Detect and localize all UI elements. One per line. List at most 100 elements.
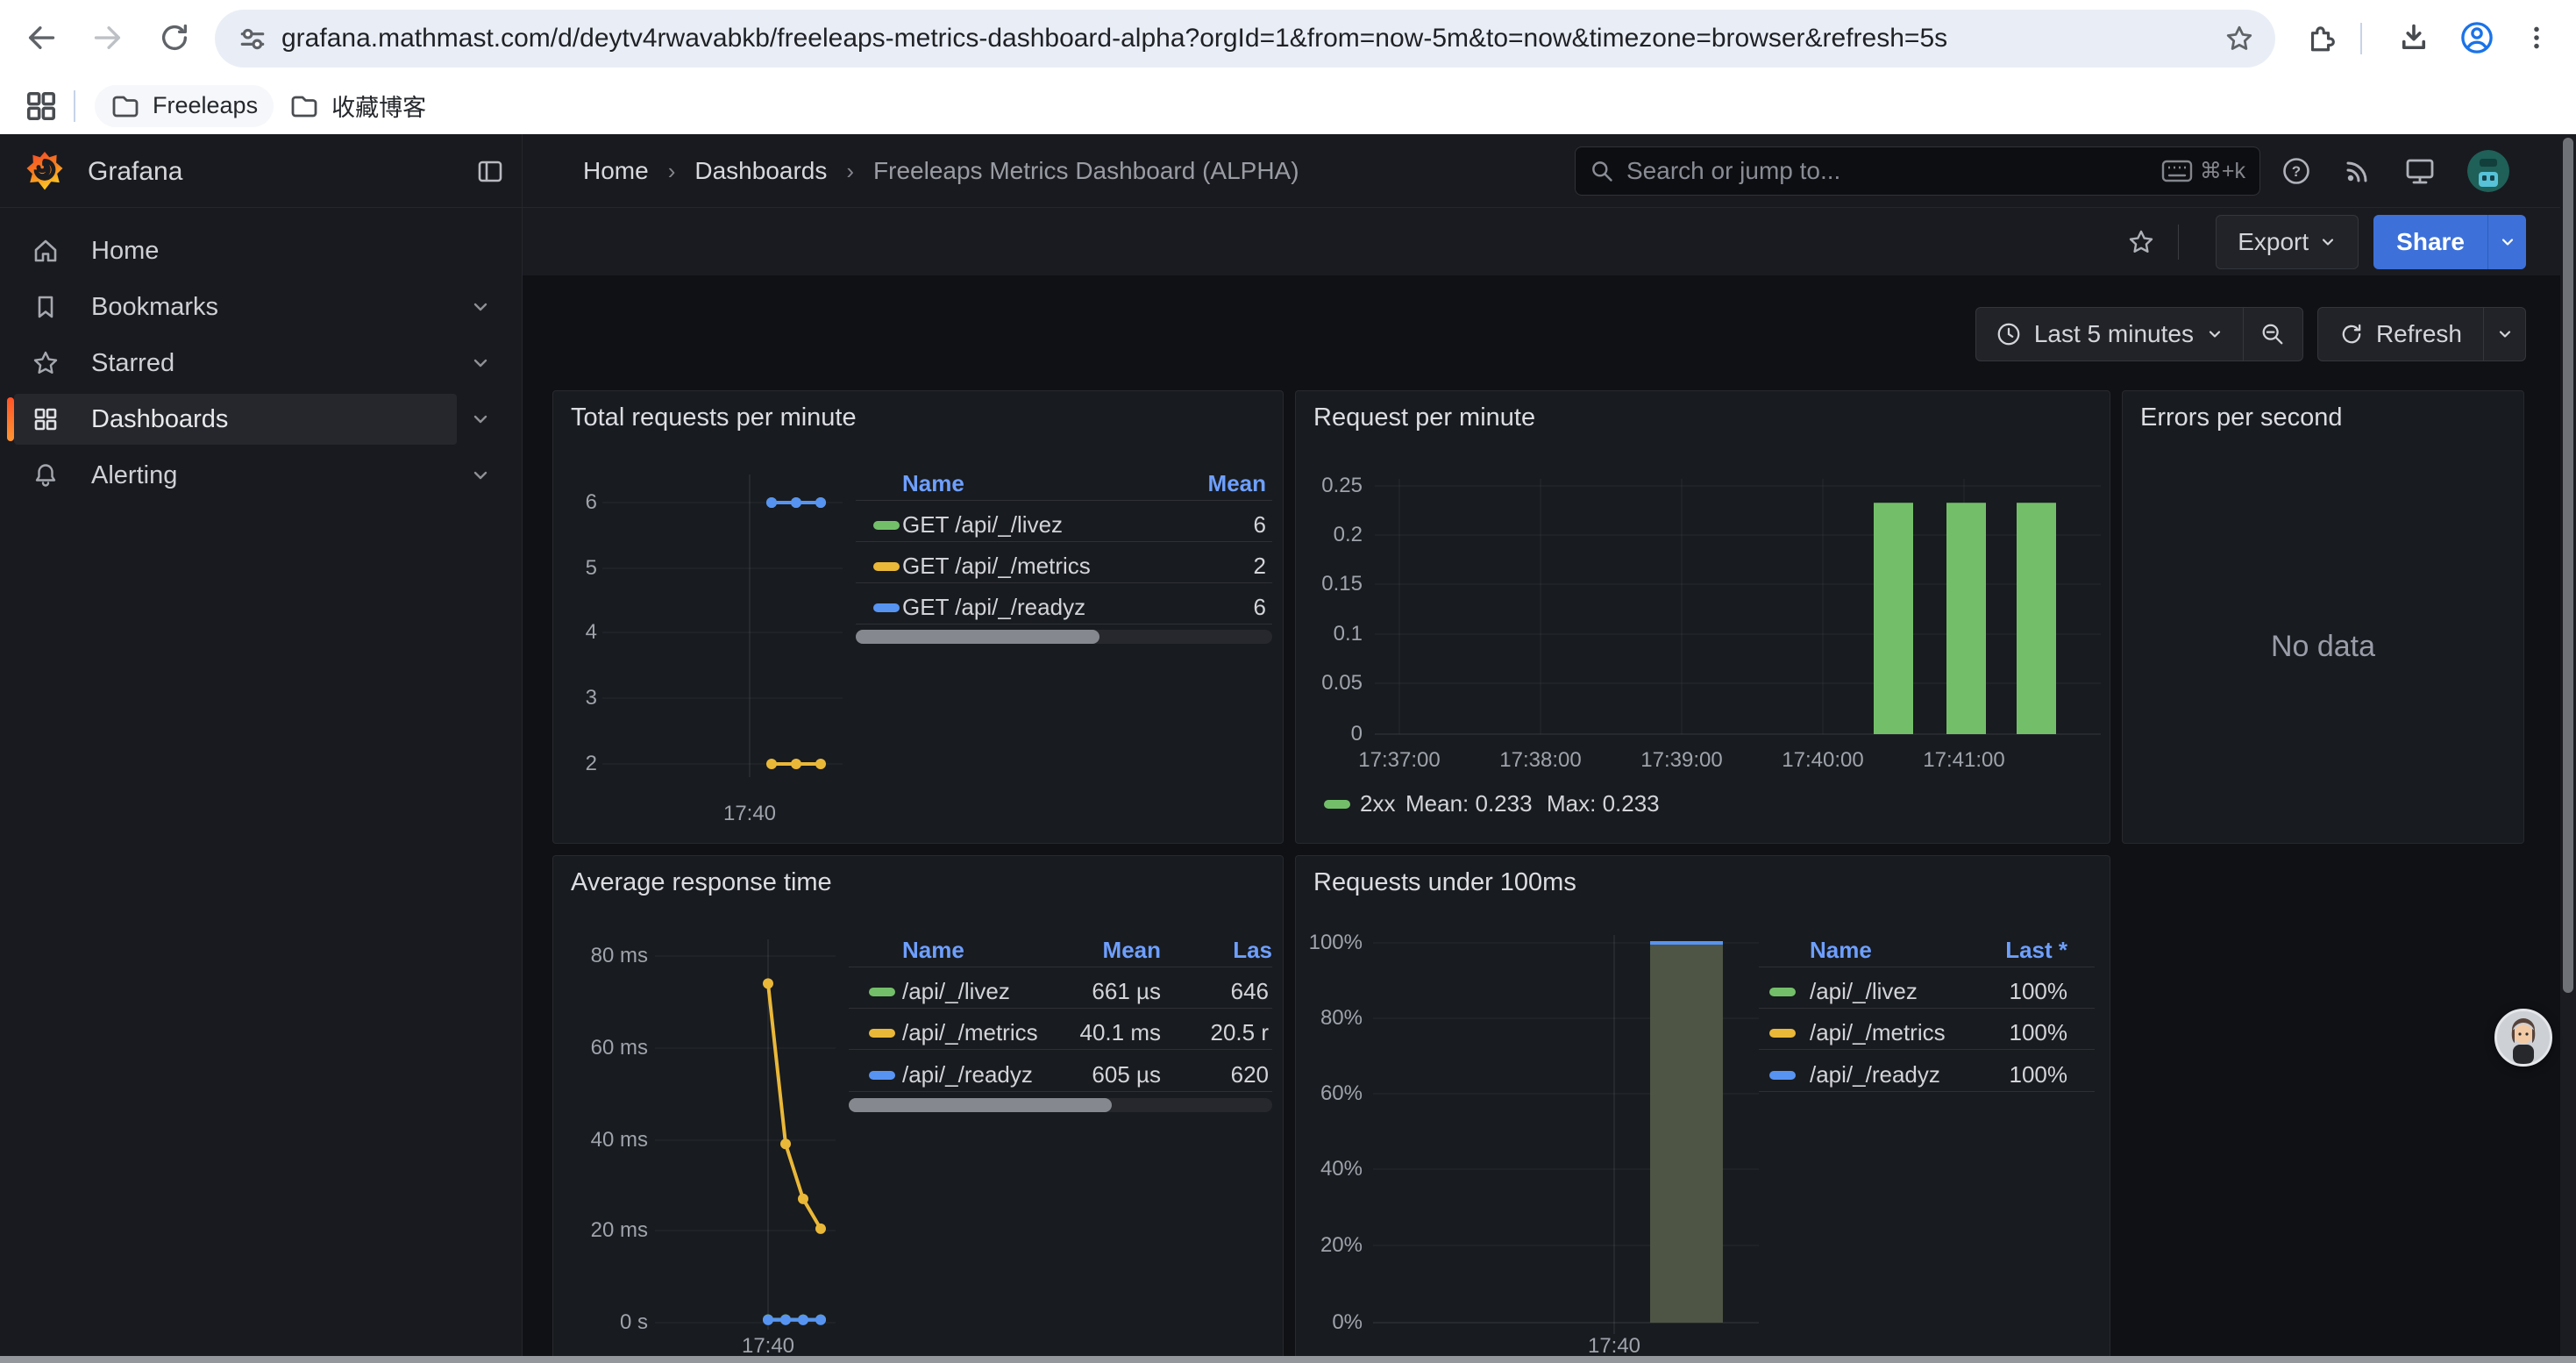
browser-forward-button[interactable] xyxy=(81,11,135,65)
series-color-pill[interactable] xyxy=(1324,800,1350,809)
sidebar-item-dashboards[interactable]: Dashboards xyxy=(0,391,522,447)
legend-col-last[interactable]: Last * xyxy=(1936,937,2067,964)
legend-series-name[interactable]: /api/_/metrics xyxy=(1810,1019,1946,1046)
collapse-sidebar-button[interactable] xyxy=(476,157,504,185)
browser-profile-button[interactable] xyxy=(2450,11,2504,65)
legend-series-name[interactable]: GET /api/_/metrics xyxy=(902,553,1091,580)
legend-col-name[interactable]: Name xyxy=(902,937,964,964)
help-button[interactable]: ? xyxy=(2281,156,2311,186)
sidebar-item-starred[interactable]: Starred xyxy=(0,335,522,391)
breadcrumb-home[interactable]: Home xyxy=(583,157,649,185)
series-color-pill[interactable] xyxy=(869,1029,895,1038)
bookmark-folder-label: 收藏博客 xyxy=(331,89,426,123)
kiosk-mode-button[interactable] xyxy=(2404,155,2436,187)
share-button-group: Share xyxy=(2373,215,2526,269)
browser-menu-button[interactable] xyxy=(2509,11,2564,65)
share-button[interactable]: Share xyxy=(2373,215,2487,269)
legend-scrollbar-thumb[interactable] xyxy=(856,630,1099,644)
sidebar-item-bookmarks[interactable]: Bookmarks xyxy=(0,279,522,335)
panel-title[interactable]: Errors per second xyxy=(2140,403,2343,432)
request-per-minute-chart xyxy=(1296,391,2110,844)
legend-series-name[interactable]: GET /api/_/readyz xyxy=(902,594,1085,621)
series-color-pill[interactable] xyxy=(873,521,900,530)
bell-icon xyxy=(32,461,60,489)
export-button[interactable]: Export xyxy=(2216,215,2359,269)
series-color-pill[interactable] xyxy=(869,988,895,996)
url-bar[interactable]: grafana.mathmast.com/d/deytv4rwavabkb/fr… xyxy=(215,10,2275,68)
legend-col-last[interactable]: Las xyxy=(1185,937,1272,964)
series-color-pill[interactable] xyxy=(1769,1071,1796,1080)
legend-col-mean[interactable]: Mean xyxy=(1097,470,1266,497)
legend-scrollbar[interactable] xyxy=(856,630,1272,644)
favorite-dashboard-button[interactable] xyxy=(2127,228,2155,256)
sidebar-item-label: Home xyxy=(91,237,159,266)
y-tick: 4 xyxy=(566,620,597,645)
legend-col-mean[interactable]: Mean xyxy=(1009,937,1161,964)
x-tick: 17:40 xyxy=(715,1334,821,1356)
breadcrumb: Home › Dashboards › Freeleaps Metrics Da… xyxy=(583,134,1299,208)
legend-scrollbar[interactable] xyxy=(849,1098,1272,1112)
grafana-logo[interactable] xyxy=(26,150,63,192)
x-tick: 17:39:00 xyxy=(1620,748,1743,773)
series-color-pill[interactable] xyxy=(1769,1029,1796,1038)
user-avatar[interactable] xyxy=(2467,150,2509,192)
chevron-down-icon[interactable] xyxy=(470,296,491,318)
legend-series-name[interactable]: 2xx xyxy=(1360,790,1395,817)
bookmark-folder-blogs[interactable]: 收藏博客 xyxy=(274,85,442,127)
horizontal-scrollbar[interactable] xyxy=(0,1356,2576,1363)
puzzle-icon xyxy=(2304,22,2336,54)
y-tick: 40 ms xyxy=(553,1128,648,1152)
search-box[interactable]: Search or jump to... ⌘+k xyxy=(1575,146,2260,196)
legend-series-name[interactable]: GET /api/_/livez xyxy=(902,511,1063,539)
refresh-group: Refresh xyxy=(2317,307,2526,361)
site-info-icon[interactable] xyxy=(238,24,267,54)
time-range-picker[interactable]: Last 5 minutes xyxy=(1975,307,2244,361)
sidebar-item-label: Bookmarks xyxy=(91,293,218,322)
profile-icon xyxy=(2459,20,2494,55)
toolbar-divider xyxy=(2360,23,2362,54)
refresh-interval-button[interactable] xyxy=(2484,307,2526,361)
series-color-pill[interactable] xyxy=(1769,988,1796,996)
page-scrollbar-thumb[interactable] xyxy=(2563,138,2573,993)
toolbar-divider xyxy=(2178,225,2179,260)
search-shortcut: ⌘+k xyxy=(2161,158,2245,184)
chevron-down-icon[interactable] xyxy=(470,353,491,374)
legend-col-name[interactable]: Name xyxy=(902,470,964,497)
bookmark-star-icon[interactable] xyxy=(2224,24,2254,54)
legend-col-name[interactable]: Name xyxy=(1810,937,1872,964)
arrow-left-icon xyxy=(25,22,57,54)
star-icon xyxy=(2127,228,2155,256)
browser-back-button[interactable] xyxy=(14,11,68,65)
url-text[interactable]: grafana.mathmast.com/d/deytv4rwavabkb/fr… xyxy=(281,24,2224,54)
chevron-down-icon[interactable] xyxy=(470,465,491,486)
apps-grid-icon[interactable] xyxy=(25,89,58,123)
chevron-down-icon[interactable] xyxy=(470,409,491,430)
legend-series-name[interactable]: /api/_/readyz xyxy=(1810,1061,1940,1088)
page-scrollbar[interactable] xyxy=(2560,134,2576,1356)
browser-reload-button[interactable] xyxy=(147,11,202,65)
breadcrumb-dashboards[interactable]: Dashboards xyxy=(694,157,827,185)
zoom-out-time-button[interactable] xyxy=(2244,307,2303,361)
legend-mean: Mean: 0.233 xyxy=(1405,790,1533,817)
bookmark-folder-freeleaps[interactable]: Freeleaps xyxy=(95,85,274,127)
extensions-button[interactable] xyxy=(2293,11,2347,65)
legend-scrollbar-thumb[interactable] xyxy=(849,1098,1112,1112)
floating-avatar[interactable] xyxy=(2494,1009,2552,1067)
browser-toolbar: grafana.mathmast.com/d/deytv4rwavabkb/fr… xyxy=(0,0,2576,77)
y-tick: 6 xyxy=(566,490,597,515)
legend-separator xyxy=(856,541,1272,542)
zoom-out-icon xyxy=(2259,321,2286,347)
share-menu-button[interactable] xyxy=(2487,215,2526,269)
sidebar: Home Bookmarks Starred Dashboards Alerti… xyxy=(0,208,523,1356)
series-color-pill[interactable] xyxy=(869,1071,895,1080)
series-color-pill[interactable] xyxy=(873,562,900,571)
news-button[interactable] xyxy=(2343,156,2373,186)
sidebar-item-home[interactable]: Home xyxy=(0,223,522,279)
sidebar-item-alerting[interactable]: Alerting xyxy=(0,447,522,503)
series-color-pill[interactable] xyxy=(873,603,900,612)
help-icon: ? xyxy=(2281,156,2311,186)
panel-average-response-time: Average response time 80 ms 60 ms 40 ms … xyxy=(552,855,1284,1356)
refresh-button[interactable]: Refresh xyxy=(2317,307,2484,361)
downloads-button[interactable] xyxy=(2387,11,2441,65)
legend-series-name[interactable]: /api/_/livez xyxy=(1810,978,1918,1005)
